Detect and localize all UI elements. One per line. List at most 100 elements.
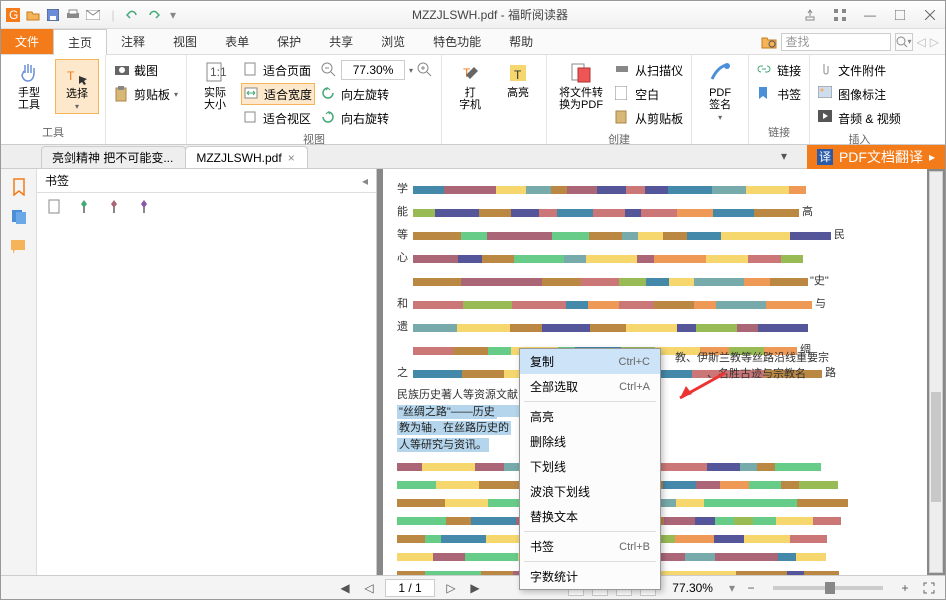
nav-prev-icon[interactable]: ◁ [917, 35, 926, 49]
hand-tool-button[interactable]: 手型 工具 [7, 59, 51, 113]
tab-home[interactable]: 主页 [53, 29, 107, 55]
qat-dropdown-icon[interactable]: ▾ [165, 7, 181, 23]
link-icon [757, 62, 773, 78]
from-scanner-button[interactable]: 从扫描仪 [613, 59, 685, 81]
vertical-scrollbar[interactable] [929, 171, 943, 573]
undo-icon[interactable] [125, 7, 141, 23]
menu-bar: 文件 主页 注释 视图 表单 保护 共享 浏览 特色功能 帮助 查找 ▾ ◁ ▷ [1, 29, 945, 55]
rotate-right-button[interactable]: 向右旋转 [319, 107, 435, 129]
fit-page-button[interactable]: 适合页面 [241, 59, 315, 81]
zoom-slider[interactable] [773, 586, 883, 590]
next-page-icon[interactable]: ▷ [443, 580, 459, 596]
link-button[interactable]: 链接 [755, 59, 803, 81]
quick-access-toolbar: G | ▾ [5, 7, 181, 23]
status-dropdown-icon[interactable]: ▾ [729, 581, 735, 595]
tab-help[interactable]: 帮助 [495, 29, 547, 54]
fullscreen-icon[interactable] [921, 580, 937, 596]
zoom-slider-handle[interactable] [825, 582, 835, 594]
pdf-translate-button[interactable]: 译 PDF文档翻译 ▸ [807, 145, 945, 169]
pages-nav-icon[interactable] [9, 207, 29, 227]
scrollbar-thumb[interactable] [931, 392, 941, 502]
tab-special[interactable]: 特色功能 [419, 29, 495, 54]
ctx-wordcount[interactable]: 字数统计 [520, 564, 660, 589]
snapshot-button[interactable]: 截图 [112, 59, 180, 81]
group-clipboard: 截图 剪贴板 ▾ [106, 55, 187, 144]
ctx-copy[interactable]: 复制Ctrl+C [520, 349, 660, 374]
group-clip-label [112, 126, 180, 140]
ctx-bookmark[interactable]: 书签Ctrl+B [520, 534, 660, 559]
print-icon[interactable] [65, 7, 81, 23]
from-clipboard-button[interactable]: 从剪贴板 [613, 107, 685, 129]
ctx-select-all[interactable]: 全部选取Ctrl+A [520, 374, 660, 399]
ctx-strikeout[interactable]: 删除线 [520, 429, 660, 454]
rotate-left-button[interactable]: 向左旋转 [319, 83, 435, 105]
bm-flag1-icon[interactable] [107, 198, 123, 214]
fit-width-icon [244, 86, 260, 102]
panel-menu-icon[interactable]: ◂ [362, 174, 368, 188]
clipboard-button[interactable]: 剪贴板 ▾ [112, 83, 180, 105]
tab-table[interactable]: 表单 [211, 29, 263, 54]
close-tab-icon[interactable]: × [288, 151, 295, 165]
svg-text:T: T [67, 69, 75, 83]
doc-tab-1[interactable]: 亮剑精神 把不可能变... [41, 146, 186, 168]
save-icon[interactable] [45, 7, 61, 23]
chevron-down-icon[interactable]: ▾ [409, 66, 413, 75]
audio-video-button[interactable]: 音频 & 视频 [816, 107, 903, 129]
document-view[interactable]: 学能高等民心"史"和与遗绸之路民族历史著人等资源文献："丝绸之路"——历史教为轴… [377, 169, 945, 575]
pdf-sign-button[interactable]: PDF 签名 ▾ [698, 59, 742, 124]
tabs-dropdown-icon[interactable]: ▾ [781, 149, 787, 163]
tab-share[interactable]: 共享 [315, 29, 367, 54]
highlight-button[interactable]: T 高亮 [496, 59, 540, 101]
tab-browse[interactable]: 浏览 [367, 29, 419, 54]
zoom-in-status-icon[interactable]: + [897, 580, 913, 596]
nav-next-icon[interactable]: ▷ [930, 35, 939, 49]
maximize-icon[interactable] [889, 7, 911, 23]
ctx-squiggly[interactable]: 波浪下划线 [520, 479, 660, 504]
blank-button[interactable]: 空白 [613, 83, 685, 105]
redo-icon[interactable] [145, 7, 161, 23]
fit-visible-button[interactable]: 适合视区 [241, 107, 315, 129]
zoom-out-status-icon[interactable]: − [743, 580, 759, 596]
find-folder-icon[interactable] [761, 35, 777, 49]
typewriter-button[interactable]: T 打 字机 [448, 59, 492, 113]
close-icon[interactable] [919, 7, 941, 23]
touch-mode-icon[interactable] [799, 7, 821, 23]
tab-view[interactable]: 视图 [159, 29, 211, 54]
attach-button[interactable]: 文件附件 [816, 59, 903, 81]
select-tool-button[interactable]: T 选择 ▾ [55, 59, 99, 114]
ctx-highlight[interactable]: 高亮 [520, 404, 660, 429]
fit-visible-label: 适合视区 [263, 110, 311, 127]
tab-file[interactable]: 文件 [1, 29, 53, 54]
search-input[interactable]: 查找 [781, 33, 891, 51]
bm-add-icon[interactable] [77, 198, 93, 214]
convert-button[interactable]: 将文件转 换为PDF [553, 59, 609, 113]
last-page-icon[interactable]: ▶ [467, 580, 483, 596]
ribbon-toggle-icon[interactable] [829, 7, 851, 23]
fit-width-button[interactable]: 适合宽度 [241, 83, 315, 105]
zoom-value[interactable]: 77.30% [341, 60, 405, 80]
zoom-in-icon[interactable] [417, 62, 433, 78]
email-icon[interactable] [85, 7, 101, 23]
fit-width-label: 适合宽度 [264, 86, 312, 103]
tab-protect[interactable]: 保护 [263, 29, 315, 54]
bookmarks-nav-icon[interactable] [9, 177, 29, 197]
bm-new-icon[interactable] [47, 198, 63, 214]
image-note-button[interactable]: 图像标注 [816, 83, 903, 105]
search-button[interactable]: ▾ [895, 33, 913, 51]
bm-flag2-icon[interactable] [137, 198, 153, 214]
zoom-out-icon[interactable] [321, 62, 337, 78]
first-page-icon[interactable]: ◀ [337, 580, 353, 596]
comments-nav-icon[interactable] [9, 237, 29, 257]
ctx-underline[interactable]: 下划线 [520, 454, 660, 479]
tab-comment[interactable]: 注释 [107, 29, 159, 54]
ctx-replace[interactable]: 替换文本 [520, 504, 660, 529]
open-icon[interactable] [25, 7, 41, 23]
link-label: 链接 [777, 62, 801, 79]
page-indicator[interactable]: 1 / 1 [385, 579, 435, 597]
prev-page-icon[interactable]: ◁ [361, 580, 377, 596]
minimize-icon[interactable]: ― [859, 7, 881, 23]
bookmark-button[interactable]: 书签 [755, 83, 803, 105]
app-logo-icon: G [5, 7, 21, 23]
doc-tab-2[interactable]: MZZJLSWH.pdf× [185, 146, 307, 168]
actual-size-button[interactable]: 1:1 实际 大小 [193, 59, 237, 113]
